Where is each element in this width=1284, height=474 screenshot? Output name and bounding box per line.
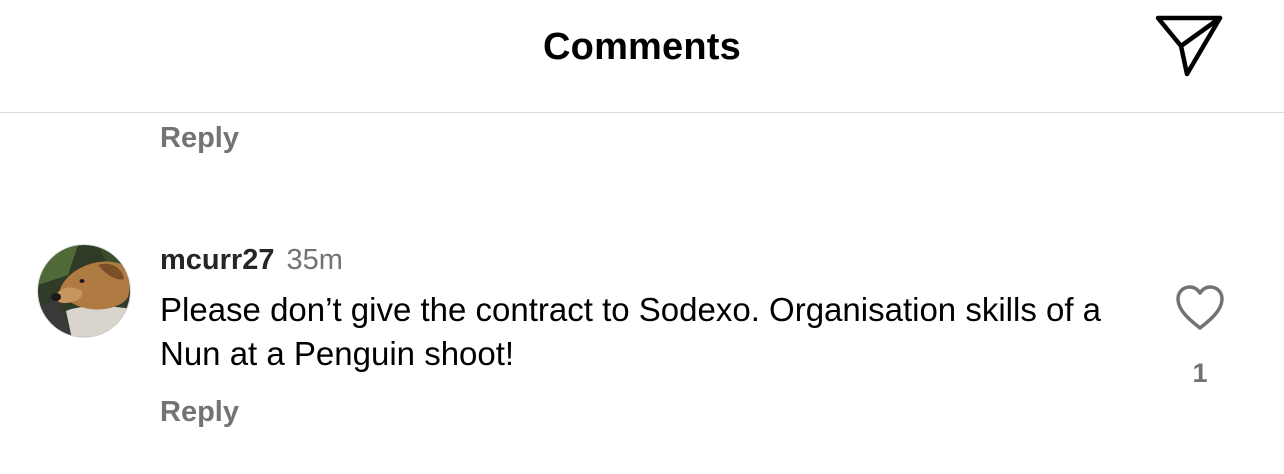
like-count: 1 (1192, 358, 1208, 388)
paper-plane-icon (1155, 15, 1223, 77)
share-button[interactable] (1150, 10, 1226, 80)
page-title: Comments (543, 26, 741, 68)
avatar[interactable] (37, 244, 131, 338)
comment-timestamp: 35m (286, 244, 343, 276)
like-button[interactable] (1174, 284, 1226, 332)
comment-meta: mcurr27 35m (160, 244, 343, 277)
username-link[interactable]: mcurr27 (160, 244, 274, 276)
reply-button-previous[interactable]: Reply (160, 122, 239, 155)
dog-avatar (38, 245, 130, 337)
reply-button[interactable]: Reply (160, 396, 239, 429)
comments-header: Comments (0, 0, 1284, 113)
comment-text: Please don’t give the contract to Sodexo… (160, 291, 1102, 372)
heart-outline-icon (1176, 285, 1224, 330)
